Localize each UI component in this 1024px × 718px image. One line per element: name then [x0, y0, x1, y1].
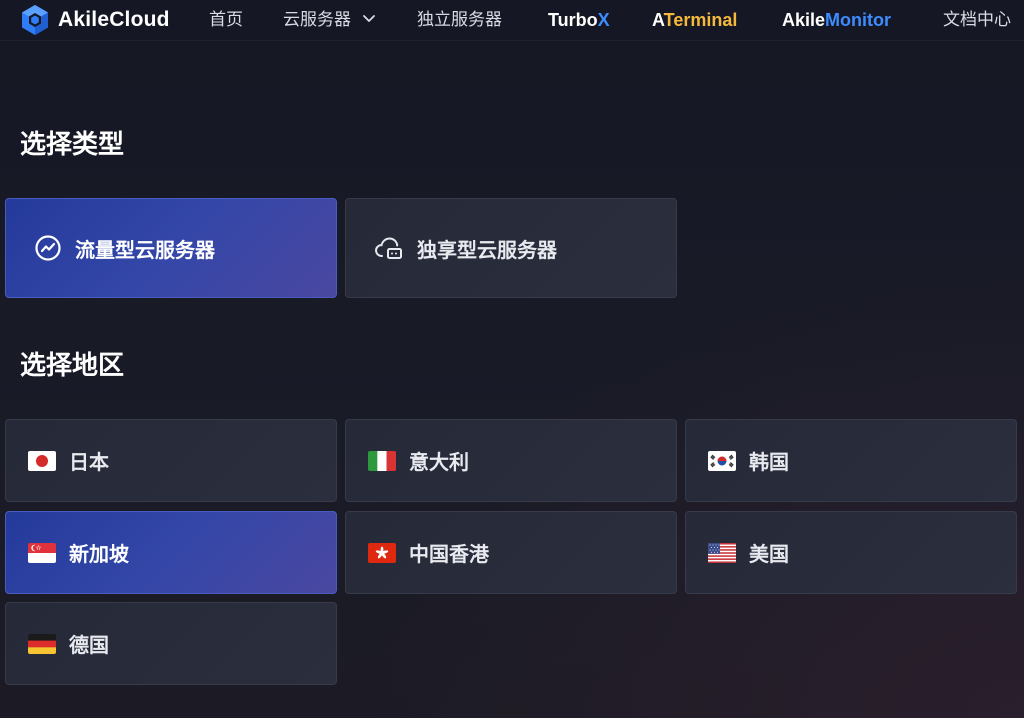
region-card-korea[interactable]: 韩国	[685, 419, 1017, 502]
germany-flag-icon	[28, 633, 56, 654]
section-title-region: 选择地区	[20, 351, 125, 381]
region-card-usa[interactable]: 美国	[685, 511, 1017, 594]
nav-akilemonitor-monitor: Monitor	[825, 10, 892, 30]
hongkong-flag-icon	[368, 542, 396, 563]
traffic-chart-icon	[34, 234, 62, 262]
region-card-germany-label: 德国	[69, 633, 109, 657]
japan-flag-icon	[28, 450, 56, 471]
nav-aterminal[interactable]: ATerminal	[652, 6, 737, 34]
chevron-down-icon	[362, 5, 376, 33]
region-card-japan[interactable]: 日本	[5, 419, 337, 502]
type-card-traffic[interactable]: 流量型云服务器	[5, 198, 337, 298]
region-card-singapore-label: 新加坡	[69, 542, 129, 566]
region-card-singapore[interactable]: 新加坡	[5, 511, 337, 594]
top-navbar: AkileCloud 首页 云服务器 独立服务器 TurboX ATermina…	[0, 0, 1024, 41]
section-title-type: 选择类型	[20, 130, 125, 160]
nav-turbox-text: Turbo	[548, 10, 598, 30]
nav-turbox-x: X	[597, 10, 610, 30]
cloud-server-icon	[374, 234, 404, 262]
italy-flag-icon	[368, 450, 396, 471]
region-card-korea-label: 韩国	[749, 450, 789, 474]
nav-turbox[interactable]: TurboX	[548, 6, 610, 34]
nav-cloud-servers-label: 云服务器	[283, 10, 351, 30]
region-card-hongkong-label: 中国香港	[409, 542, 489, 566]
singapore-flag-icon	[28, 542, 56, 563]
type-card-dedicated-label: 独享型云服务器	[417, 237, 557, 262]
nav-aterminal-a: A	[652, 10, 664, 30]
nav-dedicated-servers[interactable]: 独立服务器	[417, 6, 502, 34]
brand-logo[interactable]: AkileCloud	[20, 3, 170, 37]
nav-docs[interactable]: 文档中心	[943, 6, 1011, 34]
type-card-traffic-label: 流量型云服务器	[75, 237, 215, 262]
brand-name: AkileCloud	[58, 8, 170, 31]
region-card-hongkong[interactable]: 中国香港	[345, 511, 677, 594]
nav-akilemonitor[interactable]: AkileMonitor	[782, 6, 891, 34]
type-card-dedicated[interactable]: 独享型云服务器	[345, 198, 677, 298]
region-card-italy[interactable]: 意大利	[345, 419, 677, 502]
korea-flag-icon	[708, 450, 736, 471]
region-card-japan-label: 日本	[69, 450, 109, 474]
cube-logo-icon	[20, 4, 50, 36]
nav-aterminal-text: Terminal	[663, 10, 738, 30]
region-card-germany[interactable]: 德国	[5, 602, 337, 685]
region-card-usa-label: 美国	[749, 542, 789, 566]
nav-cloud-servers[interactable]: 云服务器	[283, 6, 376, 34]
region-card-italy-label: 意大利	[409, 450, 469, 474]
nav-home[interactable]: 首页	[209, 6, 243, 34]
usa-flag-icon	[708, 542, 736, 563]
nav-akilemonitor-akile: Akile	[782, 10, 826, 30]
